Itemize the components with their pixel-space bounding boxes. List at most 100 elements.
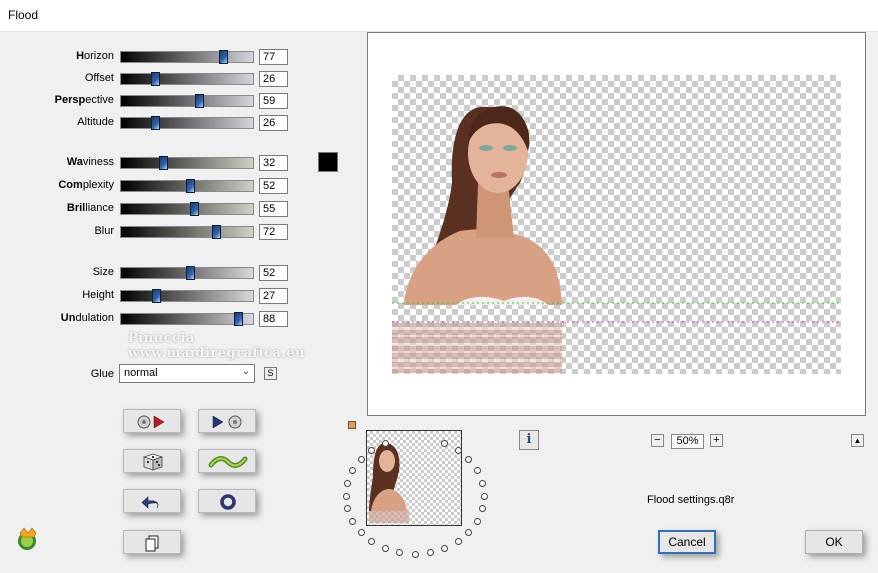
glue-select[interactable]: normal ⌄	[119, 364, 255, 383]
slider-value-input[interactable]: 26	[259, 115, 288, 131]
navigator-dot[interactable]	[381, 440, 389, 448]
slider-label: Height	[4, 288, 114, 304]
slider-track[interactable]	[120, 116, 254, 130]
slider-track[interactable]	[120, 312, 254, 326]
slider-row: Perspective 59	[0, 93, 300, 109]
slider-value-input[interactable]: 59	[259, 93, 288, 109]
navigator-dot[interactable]	[480, 492, 488, 500]
copy-pages-icon	[145, 535, 159, 552]
navigator-dot[interactable]	[349, 517, 357, 525]
slider-thumb[interactable]	[233, 312, 243, 326]
arrow-cd-icon	[212, 415, 242, 429]
slider-label-mnemonic: Persp	[54, 94, 86, 106]
navigator-dot[interactable]	[396, 549, 404, 557]
slider-track[interactable]	[120, 179, 254, 193]
slider-label-rest: dulation	[75, 312, 114, 324]
slider-label: Undulation	[4, 311, 114, 327]
info-button[interactable]: i	[519, 430, 539, 450]
navigator-dot[interactable]	[344, 505, 352, 513]
thumbnail-handle[interactable]	[348, 421, 356, 429]
glue-s-button[interactable]: S	[264, 367, 277, 380]
slider-value-input[interactable]: 27	[259, 288, 288, 304]
zoom-out-button[interactable]: −	[651, 434, 664, 447]
slider-value-input[interactable]: 32	[259, 155, 288, 171]
slider-label: Waviness	[4, 155, 114, 171]
slider-row: Complexity 52	[0, 178, 300, 194]
watermark-line2: www.maidiregrafica.eu	[128, 346, 306, 361]
slider-thumb[interactable]	[185, 179, 195, 193]
load-preset-button[interactable]	[123, 409, 181, 433]
glue-selected-value: normal	[124, 367, 158, 379]
slider-value-input[interactable]: 52	[259, 265, 288, 281]
slider-label-rest: viness	[82, 156, 114, 168]
navigator-dot[interactable]	[357, 528, 365, 536]
navigator-dot[interactable]	[465, 528, 473, 536]
slider-track[interactable]	[120, 50, 254, 64]
save-preset-button[interactable]	[198, 409, 256, 433]
collapse-button[interactable]: ▲	[851, 434, 864, 447]
navigator-dot[interactable]	[349, 467, 357, 475]
slider-label-mnemonic: H	[76, 50, 85, 62]
slider-thumb[interactable]	[212, 225, 222, 239]
slider-label-text: Undulation	[61, 312, 114, 324]
slider-track[interactable]	[120, 94, 254, 108]
cancel-button[interactable]: Cancel	[658, 530, 716, 554]
slider-value-input[interactable]: 26	[259, 71, 288, 87]
slider-value-input[interactable]: 52	[259, 178, 288, 194]
navigator-dot[interactable]	[411, 550, 419, 558]
slider-value-input[interactable]: 77	[259, 49, 288, 65]
navigator-dot[interactable]	[441, 544, 449, 552]
slider-track[interactable]	[120, 72, 254, 86]
preview-pane[interactable]	[367, 32, 866, 416]
navigator-dot[interactable]	[342, 492, 350, 500]
navigator-dot[interactable]	[465, 456, 473, 464]
navigator-dot[interactable]	[357, 456, 365, 464]
navigator-dot[interactable]	[473, 467, 481, 475]
copy-button[interactable]	[123, 530, 181, 554]
reset-button[interactable]	[198, 489, 256, 513]
zoom-in-button[interactable]: +	[710, 434, 723, 447]
slider-value-input[interactable]: 88	[259, 311, 288, 327]
slider-thumb[interactable]	[150, 72, 160, 86]
randomize-button[interactable]	[123, 449, 181, 473]
slider-label-rest: Blur	[94, 225, 114, 237]
slider-label-text: Brilliance	[67, 202, 114, 214]
undo-button[interactable]	[123, 489, 181, 513]
slider-thumb[interactable]	[219, 50, 229, 64]
wave-button[interactable]	[198, 449, 256, 473]
slider-thumb[interactable]	[150, 116, 160, 130]
slider-track[interactable]	[120, 266, 254, 280]
slider-track[interactable]	[120, 289, 254, 303]
slider-thumb[interactable]	[189, 202, 199, 216]
slider-row: Blur 72	[0, 224, 300, 240]
slider-label-text: Height	[82, 289, 114, 301]
slider-label-text: Horizon	[76, 50, 114, 62]
color-swatch[interactable]	[318, 152, 338, 172]
navigator-dot[interactable]	[478, 479, 486, 487]
navigator-dot[interactable]	[478, 505, 486, 513]
navigator-dot[interactable]	[454, 537, 462, 545]
slider-value-input[interactable]: 72	[259, 224, 288, 240]
navigator-dot[interactable]	[426, 549, 434, 557]
window-title: Flood	[8, 8, 39, 22]
ok-button[interactable]: OK	[805, 530, 863, 554]
settings-filename: Flood settings.q8r	[647, 494, 735, 506]
slider-thumb[interactable]	[158, 156, 168, 170]
slider-value-input[interactable]: 55	[259, 201, 288, 217]
navigator-dot[interactable]	[381, 544, 389, 552]
slider-thumb[interactable]	[185, 266, 195, 280]
slider-label-rest: Height	[82, 289, 114, 301]
navigator-dot[interactable]	[454, 447, 462, 455]
slider-track[interactable]	[120, 202, 254, 216]
slider-label-rest: liance	[85, 202, 114, 214]
slider-label: Size	[4, 265, 114, 281]
glue-label: Glue	[90, 368, 114, 380]
slider-thumb[interactable]	[152, 289, 162, 303]
slider-track[interactable]	[120, 225, 254, 239]
navigator-dot[interactable]	[473, 517, 481, 525]
slider-track[interactable]	[120, 156, 254, 170]
navigator-dot[interactable]	[344, 479, 352, 487]
navigator-dot[interactable]	[368, 537, 376, 545]
slider-label-rest: orizon	[84, 50, 114, 62]
slider-thumb[interactable]	[195, 94, 205, 108]
